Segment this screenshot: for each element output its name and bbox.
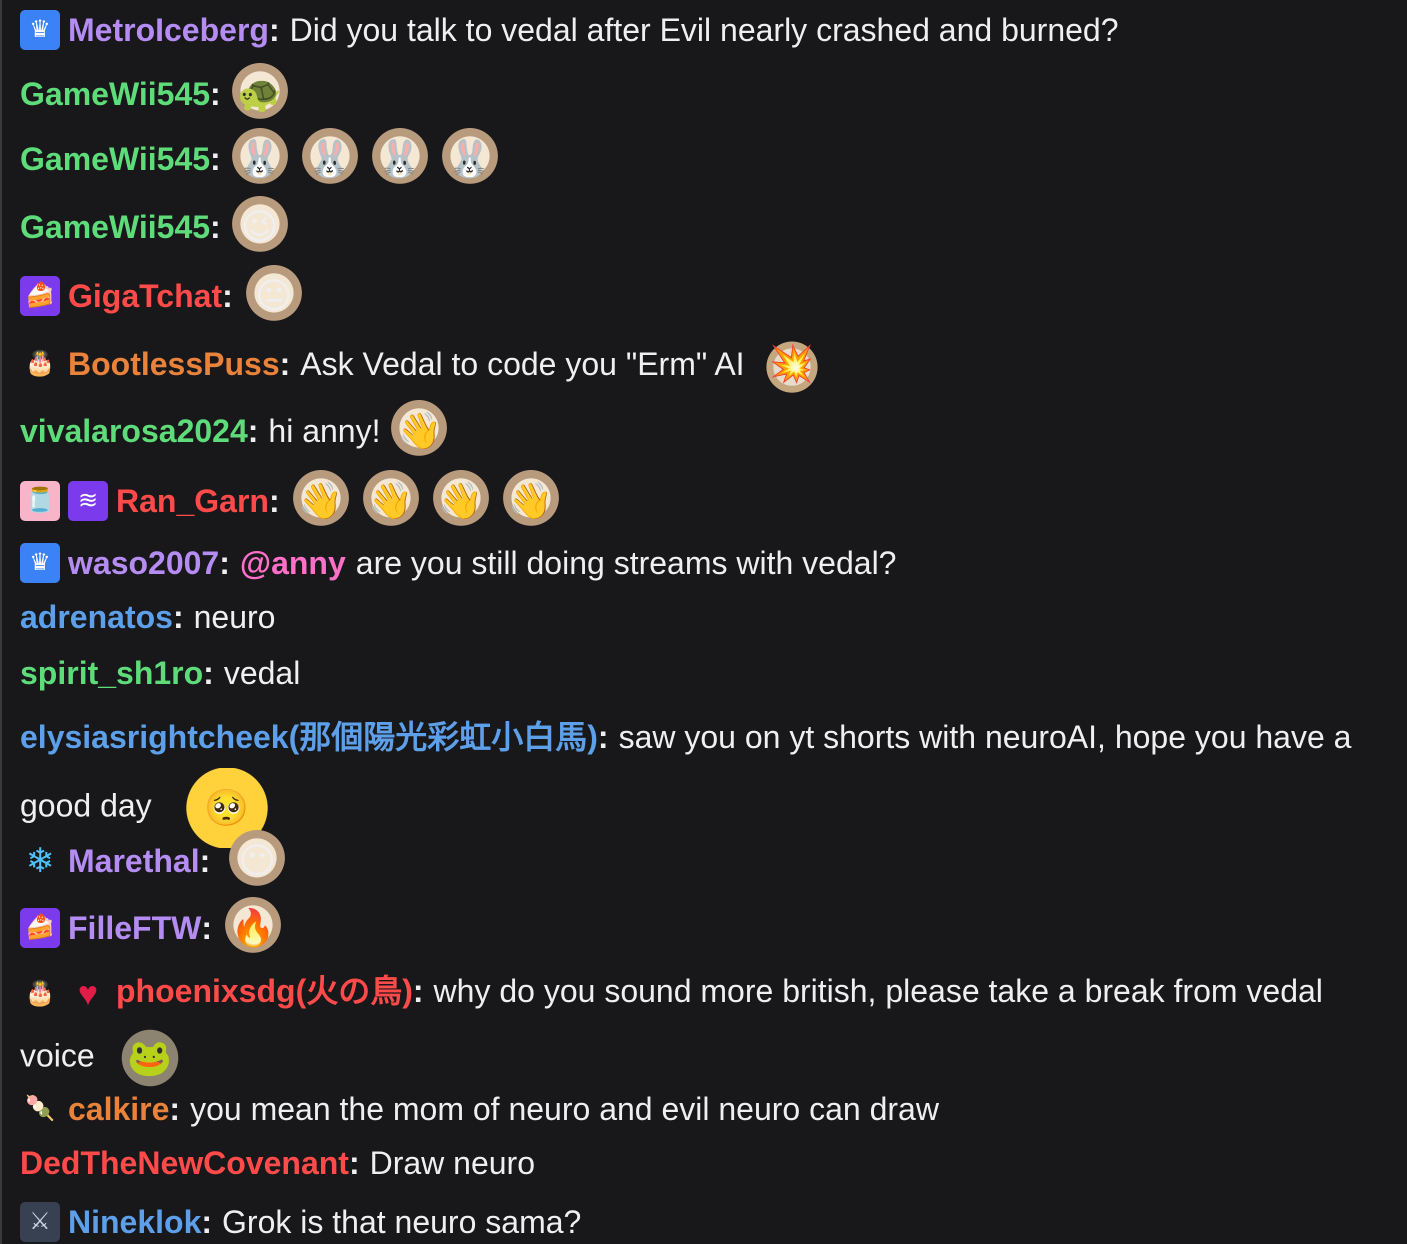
colon: : <box>222 278 233 314</box>
colon: : <box>203 655 214 691</box>
colon: : <box>201 910 212 946</box>
message-text: Did you talk to vedal after Evil nearly … <box>289 12 1119 48</box>
colon: : <box>199 843 211 879</box>
anny-stare-emote-icon[interactable]: 😐 <box>242 265 305 327</box>
chat-log: ♛ MetroIceberg: Did you talk to vedal af… <box>2 0 1407 1244</box>
evil-bunny-emote-icon[interactable]: 🐰 <box>438 128 501 190</box>
colon: : <box>201 1204 213 1240</box>
chat-message: elysiasrightcheek(那個陽光彩虹小白馬): saw you on … <box>20 706 1395 848</box>
frog-stare-emote-icon[interactable]: 🐸 <box>113 1022 186 1094</box>
chat-username[interactable]: FilleFTW <box>68 910 201 946</box>
neuro-bunny-emote-icon[interactable]: 🐰 <box>368 128 431 190</box>
chat-message: 🫙 ≋ Ran_Garn: 👋 👋 👋 👋 <box>20 470 1395 532</box>
colon: : <box>210 141 221 177</box>
colon: : <box>219 545 230 581</box>
snowflake-badge-icon[interactable]: ❄ <box>20 841 60 881</box>
chat-username[interactable]: calkire <box>68 1091 169 1127</box>
popsicle-badge-icon[interactable]: 🍡 <box>20 1089 60 1129</box>
chat-message: 🎂 BootlessPuss: Ask Vedal to code you "E… <box>20 333 1395 395</box>
neuro-bunny-emote-icon[interactable]: 🐰 <box>228 128 291 190</box>
message-text: Ask Vedal to code you "Erm" AI <box>300 346 745 382</box>
chat-username[interactable]: spirit_sh1ro <box>20 655 203 691</box>
evil-bunny-emote-icon[interactable]: 🐰 <box>298 128 361 190</box>
chat-message: adrenatos: neuro <box>20 599 1395 635</box>
chat-message: spirit_sh1ro: vedal <box>20 655 1395 691</box>
jar-badge-icon[interactable]: 🫙 <box>20 481 60 521</box>
colon: : <box>412 973 424 1009</box>
cake-badge-icon[interactable]: 🍰 <box>20 276 60 316</box>
message-text: vedal <box>223 655 301 691</box>
purple-badge-icon[interactable]: ≋ <box>68 481 108 521</box>
chat-username[interactable]: waso2007 <box>68 545 219 581</box>
message-text: hi anny! <box>268 413 381 449</box>
chat-message: GameWii545: 🐰 🐰 🐰 🐰 <box>20 128 1395 190</box>
chat-message: ❄ Marethal: 😶 <box>20 830 1395 892</box>
anny-wink-emote-icon[interactable]: 😉 <box>228 196 291 258</box>
chat-username[interactable]: phoenixsdg(火の鳥) <box>116 973 413 1009</box>
anny-turtle-emote-icon[interactable]: 🐢 <box>228 63 291 125</box>
chat-message: GameWii545: 🐢 <box>20 63 1395 125</box>
anny-side-emote-icon[interactable]: 😶 <box>226 830 289 892</box>
chat-username[interactable]: MetroIceberg <box>68 12 269 48</box>
birthday-badge-icon[interactable]: 🎂 <box>20 974 60 1014</box>
anny-wave-emote-icon[interactable]: 👋 <box>289 470 352 532</box>
chat-username[interactable]: GameWii545 <box>20 209 210 245</box>
message-text: Grok is that neuro sama? <box>222 1204 582 1240</box>
message-text: neuro <box>193 599 276 635</box>
chat-username[interactable]: elysiasrightcheek(那個陽光彩虹小白馬) <box>20 719 598 755</box>
mention-link[interactable]: @anny <box>240 545 346 581</box>
chat-username[interactable]: Marethal <box>68 843 200 879</box>
cat-explosion-emote-icon[interactable]: 💥 <box>760 333 823 395</box>
colon: : <box>169 1091 181 1127</box>
colon: : <box>247 413 259 449</box>
colon: : <box>172 599 184 635</box>
anny-fire-emote-icon[interactable]: 🔥 <box>221 897 284 959</box>
chat-message: ♛ MetroIceberg: Did you talk to vedal af… <box>20 10 1395 50</box>
colon: : <box>348 1145 360 1181</box>
heart-badge-icon[interactable]: ♥ <box>68 974 108 1014</box>
message-text: Draw neuro <box>369 1145 535 1181</box>
chat-username[interactable]: Nineklok <box>68 1204 201 1240</box>
chat-username[interactable]: DedTheNewCovenant <box>20 1145 349 1181</box>
cake-badge-icon[interactable]: 🍰 <box>20 908 60 948</box>
colon: : <box>597 719 609 755</box>
chat-username[interactable]: GigaTchat <box>68 278 222 314</box>
anny-wave-emote-icon[interactable]: 👋 <box>388 400 451 462</box>
chat-message: DedTheNewCovenant: Draw neuro <box>20 1145 1395 1181</box>
chat-message: 🍰 FilleFTW: 🔥 <box>20 897 1395 959</box>
message-text: you mean the mom of neuro and evil neuro… <box>190 1091 939 1127</box>
message-text: are you still doing streams with vedal? <box>355 545 897 581</box>
anny-wave-emote-icon[interactable]: 👋 <box>359 470 422 532</box>
ninja-badge-icon[interactable]: ⚔ <box>20 1202 60 1242</box>
chat-username[interactable]: adrenatos <box>20 599 173 635</box>
birthday-badge-icon[interactable]: 🎂 <box>20 344 60 384</box>
chat-username[interactable]: GameWii545 <box>20 141 210 177</box>
anny-wave-emote-icon[interactable]: 👋 <box>429 470 492 532</box>
chat-message: vivalarosa2024: hi anny! 👋 <box>20 400 1395 462</box>
chat-username[interactable]: vivalarosa2024 <box>20 413 248 449</box>
crown-badge-icon[interactable]: ♛ <box>20 10 60 50</box>
chat-message: 🎂 ♥ phoenixsdg(火の鳥): why do you sound more … <box>20 960 1395 1094</box>
chat-message: 🍡 calkire: you mean the mom of neuro and… <box>20 1089 1395 1129</box>
chat-username[interactable]: Ran_Garn <box>116 483 269 519</box>
chat-message: 🍰 GigaTchat: 😐 <box>20 265 1395 327</box>
colon: : <box>210 209 221 245</box>
chat-username[interactable]: GameWii545 <box>20 76 210 112</box>
chat-username[interactable]: BootlessPuss <box>68 346 280 382</box>
crown-badge-icon[interactable]: ♛ <box>20 543 60 583</box>
chat-message: GameWii545: 😉 <box>20 196 1395 258</box>
anny-wave-emote-icon[interactable]: 👋 <box>499 470 562 532</box>
colon: : <box>210 76 221 112</box>
colon: : <box>268 483 280 519</box>
colon: : <box>268 12 280 48</box>
colon: : <box>279 346 291 382</box>
chat-message: ⚔ Nineklok: Grok is that neuro sama? <box>20 1202 1395 1242</box>
chat-message: ♛ waso2007: @anny are you still doing st… <box>20 543 1395 583</box>
